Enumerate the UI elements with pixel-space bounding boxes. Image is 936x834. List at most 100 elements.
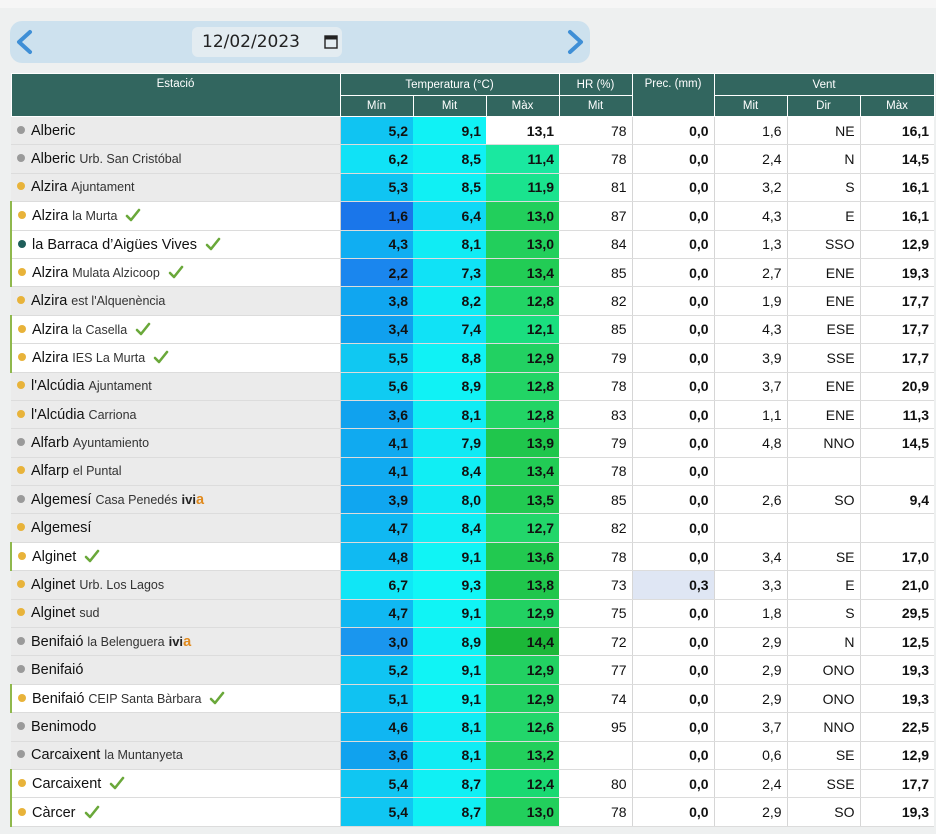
station-name[interactable]: l'Alcúdia [31, 378, 85, 394]
station-cell[interactable]: Alginet [10, 542, 341, 572]
table-row[interactable]: Alzira Ajuntament 5,3 8,5 11,9 81 0,0 3,2 S 16,1 [11, 173, 935, 203]
subheader-wind-avg[interactable]: Mit [713, 95, 788, 117]
next-day-button[interactable] [560, 27, 590, 57]
station-name[interactable]: Alginet [31, 577, 75, 593]
station-cell[interactable]: Benifaió CEIP Santa Bàrbara [10, 684, 341, 714]
station-name[interactable]: Càrcer [32, 805, 76, 821]
station-name[interactable]: Alberic [31, 151, 75, 167]
station-name[interactable]: Alginet [32, 549, 76, 565]
station-name[interactable]: Alzira [31, 293, 67, 309]
temp-max-cell: 12,9 [486, 684, 560, 714]
table-row[interactable]: l'Alcúdia Ajuntament 5,6 8,9 12,8 78 0,0 3,7 ENE… [11, 372, 935, 401]
precipitation-cell: 0,0 [632, 144, 715, 174]
station-cell[interactable]: Alzira Mulata Alzicoop [10, 258, 341, 288]
calendar-icon[interactable] [324, 34, 338, 49]
table-row[interactable]: Benifaió CEIP Santa Bàrbara 5,1 9,1 12,9 74 0,… [10, 684, 935, 714]
station-cell[interactable]: Alzira la Murta [10, 201, 341, 231]
station-cell[interactable]: Alberic Urb. San Cristóbal [11, 144, 341, 174]
chevron-left-icon [17, 30, 32, 54]
header-temperature[interactable]: Temperatura (°C) [339, 73, 560, 96]
table-row[interactable]: l'Alcúdia Carriona 3,6 8,1 12,8 83 0,0 1,1 ENE 11… [11, 400, 935, 430]
precipitation-cell: 0,0 [632, 315, 715, 345]
station-name[interactable]: Alfarp [31, 463, 69, 479]
table-row[interactable]: Alzira la Murta 1,6 6,4 13,0 87 0,0 4,3 E 16,1 [10, 201, 935, 231]
table-row[interactable]: Alzira la Casella 3,4 7,4 12,1 85 0,0 4,3 ESE 17,… [10, 315, 935, 345]
temp-min-cell: 3,8 [340, 286, 413, 316]
station-cell[interactable]: Alginet sud [11, 599, 341, 629]
table-row[interactable]: Algemesí Casa Penedés ivia 3,9 8,0 13,5 85 0,0… [11, 485, 935, 515]
station-cell[interactable]: Benifaió la Belenguera ivia [11, 627, 341, 657]
station-name[interactable]: Benimodo [31, 719, 96, 735]
table-row[interactable]: Algemesí 4,7 8,4 12,7 82 0,0 [11, 513, 935, 543]
station-name[interactable]: Alzira [32, 265, 68, 281]
table-row[interactable]: Alberic 5,2 9,1 13,1 78 0,0 1,6 NE 16,1 [11, 116, 935, 146]
table-row[interactable]: Alginet Urb. Los Lagos 6,7 9,3 13,8 73 0,3 3,3 E… [11, 570, 935, 600]
station-cell[interactable]: Carcaixent la Muntanyeta [11, 741, 341, 770]
station-name[interactable]: Alginet [31, 605, 75, 621]
header-station[interactable]: Estació [10, 73, 341, 117]
station-name[interactable]: Algemesí [31, 492, 91, 508]
station-name[interactable]: Alzira [32, 208, 68, 224]
station-name[interactable]: Benifaió [31, 662, 83, 678]
station-cell[interactable]: Alginet Urb. Los Lagos [11, 570, 341, 600]
station-name[interactable]: Benifaió [32, 691, 84, 707]
table-row[interactable]: Benimodo 4,6 8,1 12,6 95 0,0 3,7 NNO 22,5 [11, 712, 935, 742]
table-row[interactable]: Alfarb Ayuntamiento 4,1 7,9 13,9 79 0,0 4,8 NNO 1… [11, 428, 935, 458]
table-row[interactable]: Càrcer 5,4 8,7 13,0 78 0,0 2,9 SO 19,3 [10, 797, 935, 827]
station-cell[interactable]: l'Alcúdia Carriona [11, 400, 341, 430]
previous-day-button[interactable] [10, 27, 40, 57]
station-name[interactable]: Carcaixent [31, 747, 100, 763]
station-name[interactable]: Alfarb [31, 435, 69, 451]
table-row[interactable]: Benifaió 5,2 9,1 12,9 77 0,0 2,9 ONO 19,3 [11, 655, 935, 685]
station-location: Ayuntamiento [72, 435, 150, 450]
station-cell[interactable]: Alzira la Casella [10, 315, 341, 345]
station-cell[interactable]: Càrcer [10, 797, 341, 827]
station-cell[interactable]: la Barraca d’Aigües Vives [10, 230, 341, 259]
station-name[interactable]: Alberic [31, 123, 75, 139]
subheader-temp-min[interactable]: Mín [339, 95, 414, 117]
table-row[interactable]: Alginet sud 4,7 9,1 12,9 75 0,0 1,8 S 29,5 [11, 599, 935, 629]
subheader-temp-avg[interactable]: Mit [412, 95, 487, 117]
table-row[interactable]: Alginet 4,8 9,1 13,6 78 0,0 3,4 SE 17,0 [10, 542, 935, 572]
wind-max-cell: 22,5 [860, 712, 935, 742]
wind-avg-cell: 2,4 [714, 144, 788, 174]
header-precipitation[interactable]: Prec. (mm) [631, 73, 715, 117]
station-name[interactable]: la Barraca d’Aigües Vives [32, 237, 197, 253]
station-name[interactable]: l'Alcúdia [31, 407, 85, 423]
table-row[interactable]: Alberic Urb. San Cristóbal 6,2 8,5 11,4 78 0,0… [11, 144, 935, 174]
table-row[interactable]: Carcaixent 5,4 8,7 12,4 80 0,0 2,4 SSE 17,7 [10, 769, 935, 799]
station-cell[interactable]: Alzira Ajuntament [11, 173, 341, 203]
subheader-temp-max[interactable]: Màx [485, 95, 560, 117]
station-cell[interactable]: Alzira est l'Alquenència [11, 286, 341, 316]
table-row[interactable]: Alzira Mulata Alzicoop 2,2 7,3 13,4 85 0,0 2,7 E… [10, 258, 935, 288]
station-cell[interactable]: Alfarp el Puntal [11, 457, 341, 487]
header-humidity[interactable]: HR (%) [558, 73, 633, 96]
station-cell[interactable]: Algemesí [11, 513, 341, 543]
station-cell[interactable]: Carcaixent [10, 769, 341, 799]
table-row[interactable]: la Barraca d’Aigües Vives 4,3 8,1 13,0 84 0,0… [10, 230, 935, 259]
station-name[interactable]: Algemesí [31, 520, 91, 536]
date-input[interactable]: 12/02/2023 [192, 27, 342, 57]
station-cell[interactable]: Alberic [11, 116, 341, 146]
station-cell[interactable]: Alfarb Ayuntamiento [11, 428, 341, 458]
station-cell[interactable]: Alzira IES La Murta [10, 343, 341, 373]
table-row[interactable]: Alzira IES La Murta 5,5 8,8 12,9 79 0,0 3,9 SSE 1… [10, 343, 935, 373]
station-cell[interactable]: Benimodo [11, 712, 341, 742]
station-name[interactable]: Benifaió [31, 634, 83, 650]
station-name[interactable]: Alzira [32, 322, 68, 338]
table-row[interactable]: Alzira est l'Alquenència 3,8 8,2 12,8 82 0,0 1,… [11, 286, 935, 316]
station-name[interactable]: Carcaixent [32, 776, 101, 792]
subheader-wind-max[interactable]: Màx [859, 95, 935, 117]
header-wind[interactable]: Vent [713, 73, 935, 96]
table-row[interactable]: Carcaixent la Muntanyeta 3,6 8,1 13,2 0,0 0,6 S… [11, 741, 935, 770]
station-name[interactable]: Alzira [31, 179, 67, 195]
subheader-wind-dir[interactable]: Dir [786, 95, 861, 117]
station-cell[interactable]: Algemesí Casa Penedés ivia [11, 485, 341, 515]
table-row[interactable]: Alfarp el Puntal 4,1 8,4 13,4 78 0,0 [11, 457, 935, 487]
station-cell[interactable]: Benifaió [11, 655, 341, 685]
station-status-dot [17, 523, 25, 532]
station-name[interactable]: Alzira [32, 350, 68, 366]
table-row[interactable]: Benifaió la Belenguera ivia 3,0 8,9 14,4 72 0,… [11, 627, 935, 657]
subheader-humidity-avg[interactable]: Mit [558, 95, 633, 117]
station-cell[interactable]: l'Alcúdia Ajuntament [11, 372, 341, 401]
